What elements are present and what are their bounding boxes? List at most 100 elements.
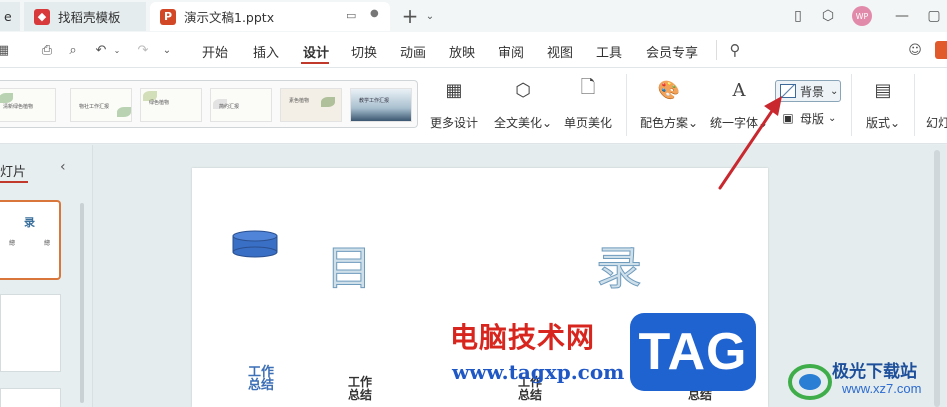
chevron-down-icon[interactable]: ⌄ bbox=[108, 41, 126, 59]
chevron-down-icon[interactable]: ⌄ bbox=[420, 6, 440, 26]
search-icon[interactable]: ⚲ bbox=[726, 41, 744, 59]
tag-logo: TAG bbox=[630, 313, 756, 391]
menu-transition[interactable]: 切换 bbox=[351, 42, 377, 61]
button-label: 版式⌄ bbox=[866, 116, 901, 130]
slide-item-2[interactable]: 工作 总结 bbox=[348, 376, 372, 402]
divider bbox=[914, 74, 915, 136]
button-label: 全文美化⌄ bbox=[494, 116, 553, 130]
chevron-down-icon: ⌄ bbox=[828, 112, 837, 124]
slide-title-right[interactable]: 录 bbox=[596, 232, 643, 298]
item-line: 总结 bbox=[248, 378, 275, 393]
divider bbox=[626, 74, 627, 136]
title-bar: e ◆ 找稻壳模板 P 演示文稿1.pptx ▭ ● + ⌄ ▯ ⬡ WP — … bbox=[0, 0, 947, 32]
leaf-decoration bbox=[321, 97, 335, 107]
avatar[interactable]: WP bbox=[852, 6, 872, 26]
maximize-icon[interactable]: ▢ bbox=[924, 6, 944, 26]
slide-thumbnail-1[interactable]: 录 總 總 bbox=[0, 200, 61, 280]
tab-presentation[interactable]: P 演示文稿1.pptx ▭ ● bbox=[150, 2, 390, 31]
slide-item-1[interactable]: 工作 总结 bbox=[248, 366, 274, 392]
redo-icon[interactable]: ↷ bbox=[134, 41, 152, 59]
item-line: 总结 bbox=[518, 388, 543, 402]
color-scheme-button[interactable]: 🎨 配色方案⌄ bbox=[640, 78, 698, 131]
menu-slideshow[interactable]: 放映 bbox=[449, 42, 475, 61]
layout-button[interactable]: ▤ 版式⌄ bbox=[866, 78, 900, 131]
leaf-decoration bbox=[0, 93, 13, 103]
design-template-gallery: 清新绿色植物 物社工作汇报 绿色植物 简约汇报 素色植物 教学工作汇报 bbox=[0, 80, 418, 128]
button-label: 配色方案⌄ bbox=[640, 116, 699, 130]
single-page-beautify-button[interactable]: 🗋 单页美化 bbox=[564, 77, 613, 131]
beautify-all-button[interactable]: ⬡ 全文美化⌄ bbox=[494, 78, 552, 131]
cube-icon[interactable]: ⬡ bbox=[818, 6, 838, 26]
template-thumb[interactable]: 简约汇报 bbox=[210, 88, 272, 122]
slide-thumbnail-2[interactable] bbox=[0, 294, 61, 372]
tab-partial[interactable]: e bbox=[0, 2, 20, 31]
template-thumb[interactable]: 素色植物 bbox=[280, 88, 342, 122]
print-icon[interactable]: ⎙ bbox=[38, 41, 56, 59]
thumb-item: 總 bbox=[44, 240, 51, 247]
button-label: 单页美化 bbox=[564, 116, 613, 130]
template-thumb[interactable]: 绿色植物 bbox=[140, 88, 202, 122]
grid-icon[interactable]: ▦ bbox=[0, 41, 12, 59]
cube-outline-icon: ⬡ bbox=[515, 79, 531, 101]
button-label: 背景 bbox=[800, 84, 825, 99]
template-caption: 物社工作汇报 bbox=[79, 104, 110, 110]
site-name: 极光下载站 bbox=[832, 362, 917, 382]
tab-docer-templates[interactable]: ◆ 找稻壳模板 bbox=[24, 2, 146, 31]
template-caption: 绿色植物 bbox=[149, 100, 170, 106]
cylinder-shape[interactable] bbox=[232, 230, 278, 258]
menu-design[interactable]: 设计 bbox=[303, 42, 329, 61]
menu-animation[interactable]: 动画 bbox=[400, 42, 426, 61]
layout-icon: ▤ bbox=[874, 79, 892, 101]
collapse-panel-icon[interactable]: ‹ bbox=[60, 159, 66, 175]
leaf-decoration bbox=[117, 107, 131, 117]
avatar-initials: WP bbox=[855, 11, 869, 21]
chevron-down-icon: ⌄ bbox=[830, 85, 839, 97]
annotation-arrow bbox=[718, 96, 782, 190]
palette-icon: 🎨 bbox=[657, 79, 681, 101]
button-label: 幻灯 bbox=[926, 116, 947, 130]
template-caption: 素色植物 bbox=[289, 98, 310, 104]
watermark-url: www.tagxp.com bbox=[452, 360, 625, 384]
template-thumb[interactable]: 清新绿色植物 bbox=[0, 88, 56, 122]
label-text: 版式 bbox=[866, 116, 891, 130]
menu-bar: ▦ ⎙ ⌕ ↶ ⌄ ↷ ⌄ 开始 插入 设计 切换 动画 放映 审阅 视图 工具… bbox=[0, 32, 947, 68]
print-preview-icon[interactable]: ⌕ bbox=[64, 41, 82, 59]
ppt-file-icon: P bbox=[160, 8, 176, 25]
menu-tools[interactable]: 工具 bbox=[596, 42, 622, 61]
panel-title: 幻灯片 bbox=[0, 165, 27, 180]
template-caption: 清新绿色植物 bbox=[3, 104, 34, 110]
share-icon[interactable] bbox=[935, 41, 947, 59]
slide-title-left[interactable]: 目 bbox=[326, 232, 373, 298]
page-sparkle-icon: 🗋 bbox=[580, 77, 596, 98]
menu-insert[interactable]: 插入 bbox=[253, 42, 279, 61]
slideshow-button[interactable]: 幻灯 bbox=[926, 78, 947, 131]
label-text: 全文美化 bbox=[494, 116, 543, 130]
menu-review[interactable]: 审阅 bbox=[498, 42, 524, 61]
sidebar-toggle-icon[interactable]: ▯ bbox=[788, 6, 808, 26]
menu-member[interactable]: 会员专享 bbox=[646, 42, 698, 61]
minimize-icon[interactable]: — bbox=[892, 6, 912, 26]
more-design-button[interactable]: ▦ 更多设计 bbox=[430, 78, 478, 131]
new-tab-button[interactable]: + bbox=[400, 4, 420, 28]
thumb-title: 录 bbox=[24, 216, 35, 229]
tab-label: e bbox=[4, 9, 12, 24]
template-thumb[interactable]: 教学工作汇报 bbox=[350, 88, 412, 122]
slide-thumbnail-3[interactable] bbox=[0, 388, 61, 407]
label-text: 配色方案 bbox=[640, 116, 689, 130]
unsaved-dot-icon[interactable]: ● bbox=[370, 8, 379, 19]
template-caption: 简约汇报 bbox=[219, 104, 240, 110]
panel-scrollbar[interactable] bbox=[80, 203, 84, 403]
menu-view[interactable]: 视图 bbox=[547, 42, 573, 61]
menu-home[interactable]: 开始 bbox=[202, 42, 228, 61]
chevron-down-icon[interactable]: ⌄ bbox=[158, 41, 176, 59]
monitor-icon[interactable]: ▭ bbox=[346, 9, 356, 22]
divider bbox=[851, 74, 852, 136]
chat-icon[interactable]: ☺ bbox=[906, 41, 924, 59]
divider bbox=[716, 40, 717, 60]
tag-logo-text: TAG bbox=[638, 323, 748, 381]
tab-label: 演示文稿1.pptx bbox=[184, 10, 275, 25]
button-label: 更多设计 bbox=[430, 116, 479, 130]
docer-logo-icon: ◆ bbox=[34, 8, 50, 25]
template-thumb[interactable]: 物社工作汇报 bbox=[70, 88, 132, 122]
grid-plus-icon: ▦ bbox=[445, 79, 463, 101]
